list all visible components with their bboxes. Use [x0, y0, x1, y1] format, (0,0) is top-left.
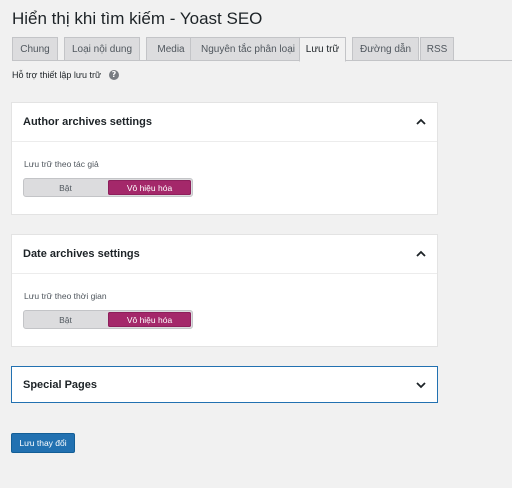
date-archives-toggle[interactable]: Bật Vô hiệu hóa: [23, 310, 193, 329]
panel-title: Author archives settings: [23, 116, 152, 128]
tab-nguyen-tac-phan-loai[interactable]: Nguyên tắc phân loại: [190, 37, 306, 61]
tab-chung[interactable]: Chung: [12, 37, 58, 61]
toggle-option-enable[interactable]: Bật: [24, 179, 107, 196]
tab-loai-noi-dung[interactable]: Loại nội dung: [64, 37, 140, 61]
chevron-up-icon[interactable]: [415, 116, 427, 128]
author-archives-panel: Author archives settings Lưu trữ theo tá…: [11, 102, 438, 215]
toggle-option-disable[interactable]: Vô hiệu hóa: [108, 312, 191, 327]
tab-bar: Chung Loại nội dung Media Nguyên tắc phâ…: [12, 37, 512, 62]
page-title: Hiển thị khi tìm kiếm - Yoast SEO: [12, 9, 263, 28]
field-label: Lưu trữ theo tác giả: [24, 159, 99, 169]
special-pages-header[interactable]: Special Pages: [12, 367, 437, 403]
question-circle-icon[interactable]: ?: [108, 70, 119, 80]
tab-media[interactable]: Media: [146, 37, 196, 61]
chevron-up-icon[interactable]: [415, 248, 427, 260]
help-text: Hỗ trợ thiết lập lưu trữ: [12, 70, 101, 80]
help-row: Hỗ trợ thiết lập lưu trữ ?: [12, 70, 119, 80]
author-archives-header[interactable]: Author archives settings: [12, 103, 437, 142]
chevron-down-icon[interactable]: [415, 379, 427, 391]
date-archives-header[interactable]: Date archives settings: [12, 235, 437, 274]
panel-title: Date archives settings: [23, 248, 140, 260]
field-label: Lưu trữ theo thời gian: [24, 291, 107, 301]
special-pages-panel[interactable]: Special Pages: [11, 366, 438, 403]
tab-luu-tru[interactable]: Lưu trữ: [299, 37, 346, 62]
panel-title: Special Pages: [23, 379, 97, 391]
toggle-option-disable[interactable]: Vô hiệu hóa: [108, 180, 191, 195]
toggle-option-enable[interactable]: Bật: [24, 311, 107, 328]
tab-duong-dan[interactable]: Đường dẫn: [352, 37, 419, 61]
tab-rss[interactable]: RSS: [420, 37, 454, 61]
date-archives-panel: Date archives settings Lưu trữ theo thời…: [11, 234, 438, 347]
author-archives-toggle[interactable]: Bật Vô hiệu hóa: [23, 178, 193, 197]
save-changes-button[interactable]: Lưu thay đổi: [11, 433, 75, 453]
